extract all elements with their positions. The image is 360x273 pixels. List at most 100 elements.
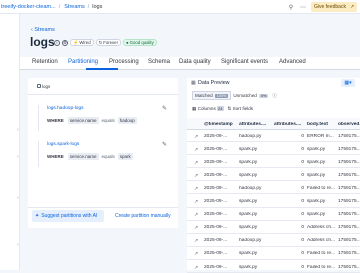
view-select[interactable]: ▦▾ (341, 79, 355, 87)
expand-row-icon[interactable]: ↗ (194, 251, 198, 257)
table-cell: 0 (301, 212, 304, 218)
partition-name[interactable]: logs.hadoop-logs (47, 106, 84, 111)
sort-fields-button[interactable]: ⇅ Sort fields (228, 106, 254, 112)
table-cell: ERROR In... (307, 133, 334, 139)
create-partition-manually-button[interactable]: Create partition manually (115, 213, 171, 219)
page-title: logs (30, 35, 55, 49)
rail-expand-icon[interactable]: › (17, 195, 19, 201)
column-header[interactable]: body.text (307, 122, 335, 127)
table-row: ↗ 2025-09-... spark.py 0 Failed to re... 1759… (187, 261, 360, 273)
suggest-partitions-ai-button[interactable]: ✦ Suggest partitions with AI (32, 210, 104, 222)
table-cell: 2025-09-... (204, 264, 228, 270)
table-cell: spark.py (239, 199, 258, 204)
unmatched-toggle[interactable]: Unmatched 0% (231, 91, 270, 100)
table-cell: 0 (301, 146, 304, 152)
table-cell: 1759175... (338, 199, 360, 204)
column-header[interactable]: @timestamp (204, 122, 236, 127)
table-cell: spark.py (307, 172, 326, 178)
breadcrumb-streams[interactable]: Streams (64, 4, 84, 10)
table-cell: 1759175... (338, 185, 360, 191)
column-header[interactable]: attributes.... (239, 122, 271, 127)
tab-processing[interactable]: Processing (109, 59, 139, 65)
expand-row-icon[interactable]: ↗ (194, 173, 198, 179)
expand-row-icon[interactable]: ↗ (194, 160, 198, 166)
tab-data-quality[interactable]: Data quality (179, 59, 211, 65)
rail-expand-icon[interactable]: › (17, 242, 19, 248)
table-cell: 1759175... (338, 238, 360, 244)
condition-value: hadoop (117, 116, 137, 124)
table-icon: ▦ (191, 80, 196, 86)
expand-row-icon[interactable]: ↗ (194, 212, 198, 218)
table-row: ↗ 2025-09-... spark.py 0 Failed to re... 1759… (187, 248, 360, 260)
tab-advanced[interactable]: Advanced (279, 59, 306, 65)
gear-icon[interactable]: ⚙ (62, 39, 68, 46)
expand-row-icon[interactable]: ↗ (194, 199, 198, 205)
table-cell: spark.py (239, 172, 258, 178)
tab-partitioning[interactable]: Partitioning (68, 59, 98, 65)
table-cell: 2025-09-... (204, 212, 228, 218)
expand-row-icon[interactable]: ↗ (194, 134, 198, 140)
root-stream-label: logs (42, 84, 51, 89)
table-cell: spark.py (307, 159, 326, 165)
edit-icon[interactable]: ✎ (162, 141, 167, 148)
table-row: ↗ 2025-09-... spark.py 0 spark.py 1759175... (187, 169, 360, 182)
table-row: ↗ 2025-09-... spark.py 0 spark.py 1759175... (187, 209, 360, 221)
tab-significant-events[interactable]: Significant events (221, 59, 268, 65)
top-bar: treeify-docker-cteam... / Streams / logs… (0, 0, 360, 14)
expand-row-icon[interactable]: ↗ (194, 147, 198, 153)
table-cell: 1759175... (338, 146, 360, 152)
table-cell: 0 (301, 172, 304, 178)
data-preview-header: ▦ Data Preview (187, 78, 360, 91)
info-icon[interactable]: i (54, 39, 60, 46)
table-row: ↗ 2025-09-... hadoop.py 0 ERROR In... 1759175… (187, 130, 360, 142)
table-cell: 2025-09-... (204, 225, 228, 231)
table-cell: 2025-09-... (204, 238, 228, 244)
matched-toggle[interactable]: Matched 100% (192, 91, 232, 100)
edit-icon[interactable]: ✎ (162, 105, 167, 112)
table-cell: 2025-09-... (204, 133, 228, 139)
table-cell: spark.py (307, 146, 326, 152)
table-cell: Failed to re... (307, 264, 335, 270)
left-nav-rail: › › › › (0, 14, 20, 270)
give-feedback-label: Give feedback (314, 4, 346, 10)
column-header[interactable]: attributes.... (274, 122, 304, 127)
table-cell: hadoop.py (239, 185, 262, 191)
breadcrumb-separator: / (58, 3, 61, 10)
partition-card: logs.hadoop-logs ✎ WHERE service.name eq… (38, 105, 171, 131)
match-filter: Matched 100% Unmatched 0% ⓘ (192, 91, 360, 100)
tab-bar: Retention Partitioning Processing Schema… (20, 57, 360, 70)
table-cell: hadoop.py (239, 133, 262, 139)
table-cell: 1759175... (338, 133, 360, 139)
table-cell: spark.py (307, 199, 326, 204)
rail-expand-icon[interactable]: › (17, 154, 19, 160)
table-cell: 1759175... (338, 251, 360, 257)
table-cell: spark.py (307, 212, 326, 218)
more-icon[interactable]: ⋯ (299, 3, 307, 11)
tab-schema[interactable]: Schema (148, 59, 170, 65)
table-cell: 0 (301, 264, 304, 270)
breadcrumb-deployment[interactable]: treeify-docker-cteam... (1, 4, 56, 10)
info-icon: ⓘ (272, 92, 277, 98)
tab-retention[interactable]: Retention (32, 59, 58, 65)
condition-operator: equals (101, 117, 115, 123)
give-feedback-button[interactable]: Give feedback ↗ (311, 2, 357, 12)
search-icon[interactable]: ⚲ (287, 3, 295, 11)
back-to-streams-link[interactable]: ‹ Streams (31, 27, 55, 33)
table-cell: spark.py (239, 212, 258, 218)
breadcrumb-current: logs (92, 3, 103, 10)
partition-name[interactable]: logs.spark-logs (47, 142, 79, 147)
column-header[interactable]: observed... (338, 122, 360, 127)
title-badges: i ⚙ ⚡ Wired ↻ Forever ● Good quality (54, 39, 157, 46)
table-cell: 1759175... (338, 212, 360, 218)
table-cell: 0 (301, 185, 304, 191)
expand-row-icon[interactable]: ↗ (194, 186, 198, 192)
data-preview-title: Data Preview (198, 80, 230, 86)
columns-button[interactable]: ▦ Columns 24 (192, 106, 224, 112)
expand-row-icon[interactable]: ↗ (194, 225, 198, 231)
table-cell: 1759175... (338, 225, 360, 231)
expand-row-icon[interactable]: ↗ (194, 238, 198, 244)
rail-expand-icon[interactable]: › (17, 127, 19, 133)
partition-card: logs.spark-logs ✎ WHERE service.name equ… (38, 141, 171, 167)
table-row: ↗ 2025-09-... spark.py 0 spark.py 1759175... (187, 156, 360, 169)
table-cell: 0 (301, 159, 304, 165)
